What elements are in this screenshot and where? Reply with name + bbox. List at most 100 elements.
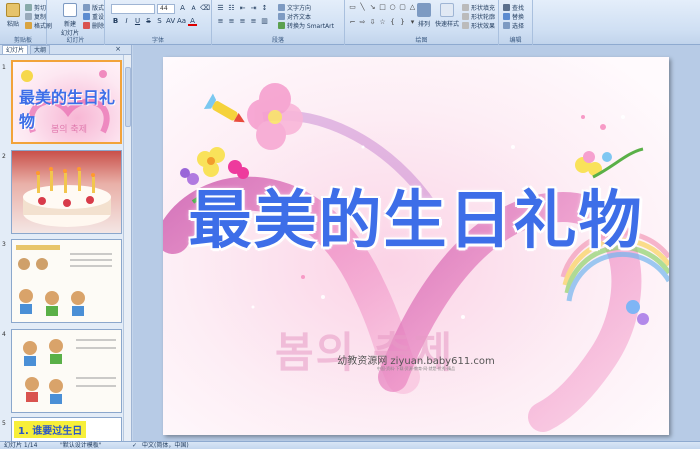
smartart-button[interactable]: 转换为 SmartArt xyxy=(278,21,334,30)
reset-label: 重设 xyxy=(92,13,105,21)
tab-outline[interactable]: 大纲 xyxy=(30,45,51,54)
tab-slides[interactable]: 幻灯片 xyxy=(2,45,29,54)
binoculars-icon xyxy=(503,3,510,11)
rect-shape-icon[interactable]: □ xyxy=(378,3,387,17)
text-direction-button[interactable]: 文字方向 xyxy=(278,3,311,12)
arrange-button[interactable]: 排列 xyxy=(413,3,435,35)
line-shape-icon[interactable]: ╲ xyxy=(358,3,367,17)
star-shape-icon[interactable]: ☆ xyxy=(378,18,387,32)
slides-group: 新建 幻灯片 版式 重设 删除 幻灯片 xyxy=(47,0,105,45)
thumb-number-5: 5 xyxy=(2,420,6,427)
slide-counter: 幻灯片 1/14 xyxy=(4,442,38,449)
change-case-icon[interactable]: Aa xyxy=(177,17,186,26)
font-name-field[interactable] xyxy=(111,4,155,14)
align-center-icon[interactable]: ≡ xyxy=(227,17,236,26)
birthday-cake-image xyxy=(23,167,111,227)
slide-thumbnail-1[interactable]: 最美的生日礼物 봄의 축제 xyxy=(11,60,122,144)
thumb-1-subtitle: 봄의 축제 xyxy=(51,125,87,135)
shape-gallery[interactable]: ▭ ╲ ↘ □ ○ ▢ △ ⌐ ⇨ ⇩ ☆ { } ▾ xyxy=(348,3,415,32)
shadow-icon[interactable]: S xyxy=(155,17,164,26)
font-size-field[interactable]: 44 xyxy=(157,4,175,14)
brace-shape-icon[interactable]: { xyxy=(388,18,397,32)
clear-format-icon[interactable]: ⌫ xyxy=(200,4,210,13)
underline-icon[interactable]: U xyxy=(133,17,142,26)
clipboard-group: 粘贴 剪切 复制 格式刷 剪贴板 xyxy=(0,0,52,45)
find-button[interactable]: 查找 xyxy=(503,3,524,12)
replace-button[interactable]: 替换 xyxy=(503,12,525,21)
list-buttons: ☰ ☷ ⇤ ⇥ ↕ xyxy=(216,4,269,13)
new-slide-button[interactable]: 新建 幻灯片 xyxy=(59,3,81,37)
panel-scrollbar[interactable] xyxy=(123,55,131,441)
replace-label: 替换 xyxy=(512,13,525,21)
down-arrow-shape-icon[interactable]: ⇩ xyxy=(368,18,377,32)
textbox-shape-icon[interactable]: ▭ xyxy=(348,3,357,17)
delete-icon xyxy=(83,21,90,29)
editing-group-label: 编辑 xyxy=(509,37,522,44)
new-slide-icon xyxy=(63,3,77,17)
thumb-number-4: 4 xyxy=(2,331,6,338)
increase-indent-icon[interactable]: ⇥ xyxy=(249,4,258,13)
font-size-buttons: A A ⌫ xyxy=(178,4,210,13)
select-label: 选择 xyxy=(512,22,525,30)
shape-fill-button[interactable]: 形状填充 xyxy=(462,3,495,12)
delete-slide-button[interactable]: 删除 xyxy=(83,21,105,30)
slide-edit-area: 最美的生日礼物 봄의 축제 幼教资源网 ziyuan.baby611.com 中… xyxy=(133,45,700,441)
connector-shape-icon[interactable]: ⌐ xyxy=(348,18,357,32)
paste-button[interactable]: 粘贴 xyxy=(2,3,24,35)
align-left-icon[interactable]: ≡ xyxy=(216,17,225,26)
decrease-indent-icon[interactable]: ⇤ xyxy=(238,4,247,13)
font-color-icon[interactable]: A xyxy=(188,17,197,26)
scrollbar-thumb[interactable] xyxy=(125,67,131,127)
italic-icon[interactable]: I xyxy=(122,17,131,26)
bullets-icon[interactable]: ☰ xyxy=(216,4,225,13)
thumb-4-art xyxy=(23,339,116,404)
paragraph-group-label: 段落 xyxy=(271,37,284,44)
rounded-rect-shape-icon[interactable]: ▢ xyxy=(398,3,407,17)
spacing-icon[interactable]: AV xyxy=(166,17,175,26)
arrange-label: 排列 xyxy=(417,21,430,28)
thumb-number-2: 2 xyxy=(2,153,6,160)
format-buttons: B I U S S AV Aa A xyxy=(111,17,197,26)
line-spacing-icon[interactable]: ↕ xyxy=(260,4,269,13)
copy-button[interactable]: 复制 xyxy=(25,12,46,21)
columns-icon[interactable]: ▥ xyxy=(260,17,269,26)
cursor-icon xyxy=(503,21,510,29)
slide-thumbnail-3[interactable] xyxy=(11,239,122,323)
brace-right-shape-icon[interactable]: } xyxy=(398,18,407,32)
reset-button[interactable]: 重设 xyxy=(83,12,105,21)
slide-title[interactable]: 最美的生日礼物 xyxy=(163,170,669,261)
align-text-icon xyxy=(278,12,285,20)
smartart-label: 转换为 SmartArt xyxy=(287,22,334,30)
font-group: 44 A A ⌫ B I U S S AV Aa A 字体 xyxy=(105,0,212,45)
slide-thumbnail-5[interactable]: 1. 谁要过生日 xyxy=(11,417,122,441)
select-button[interactable]: 选择 xyxy=(503,21,525,30)
justify-icon[interactable]: ≡ xyxy=(249,17,258,26)
font-group-label: 字体 xyxy=(151,37,164,44)
language-status[interactable]: 中文(简体，中国) xyxy=(142,442,189,449)
shape-outline-button[interactable]: 形状轮廓 xyxy=(462,12,496,21)
slide-thumbnail-4[interactable] xyxy=(11,329,122,413)
align-text-button[interactable]: 对齐文本 xyxy=(278,12,311,21)
layout-label: 版式 xyxy=(92,4,105,12)
close-panel-icon[interactable]: × xyxy=(115,45,121,53)
cut-button[interactable]: 剪切 xyxy=(25,3,46,12)
slide-thumbnail-2[interactable] xyxy=(11,150,122,234)
thumb-number-3: 3 xyxy=(2,241,6,248)
quick-styles-button[interactable]: 快速样式 xyxy=(435,3,459,35)
grow-font-icon[interactable]: A xyxy=(178,4,187,13)
oval-shape-icon[interactable]: ○ xyxy=(388,3,397,17)
spellcheck-icon[interactable]: ✓ xyxy=(132,442,137,449)
arrow-line-shape-icon[interactable]: ↘ xyxy=(368,3,377,17)
main-slide[interactable]: 最美的生日礼物 봄의 축제 幼教资源网 ziyuan.baby611.com 中… xyxy=(163,57,669,435)
shrink-font-icon[interactable]: A xyxy=(189,4,198,13)
shape-outline-label: 形状轮廓 xyxy=(471,13,496,21)
delete-label: 删除 xyxy=(92,22,105,30)
layout-button[interactable]: 版式 xyxy=(83,3,105,12)
strikethrough-icon[interactable]: S xyxy=(144,17,153,26)
bold-icon[interactable]: B xyxy=(111,17,120,26)
panel-tabs: 幻灯片 大纲 xyxy=(0,45,131,55)
shape-effects-button[interactable]: 形状效果 xyxy=(462,21,495,30)
numbering-icon[interactable]: ☷ xyxy=(227,4,236,13)
align-right-icon[interactable]: ≡ xyxy=(238,17,247,26)
right-arrow-shape-icon[interactable]: ⇨ xyxy=(358,18,367,32)
